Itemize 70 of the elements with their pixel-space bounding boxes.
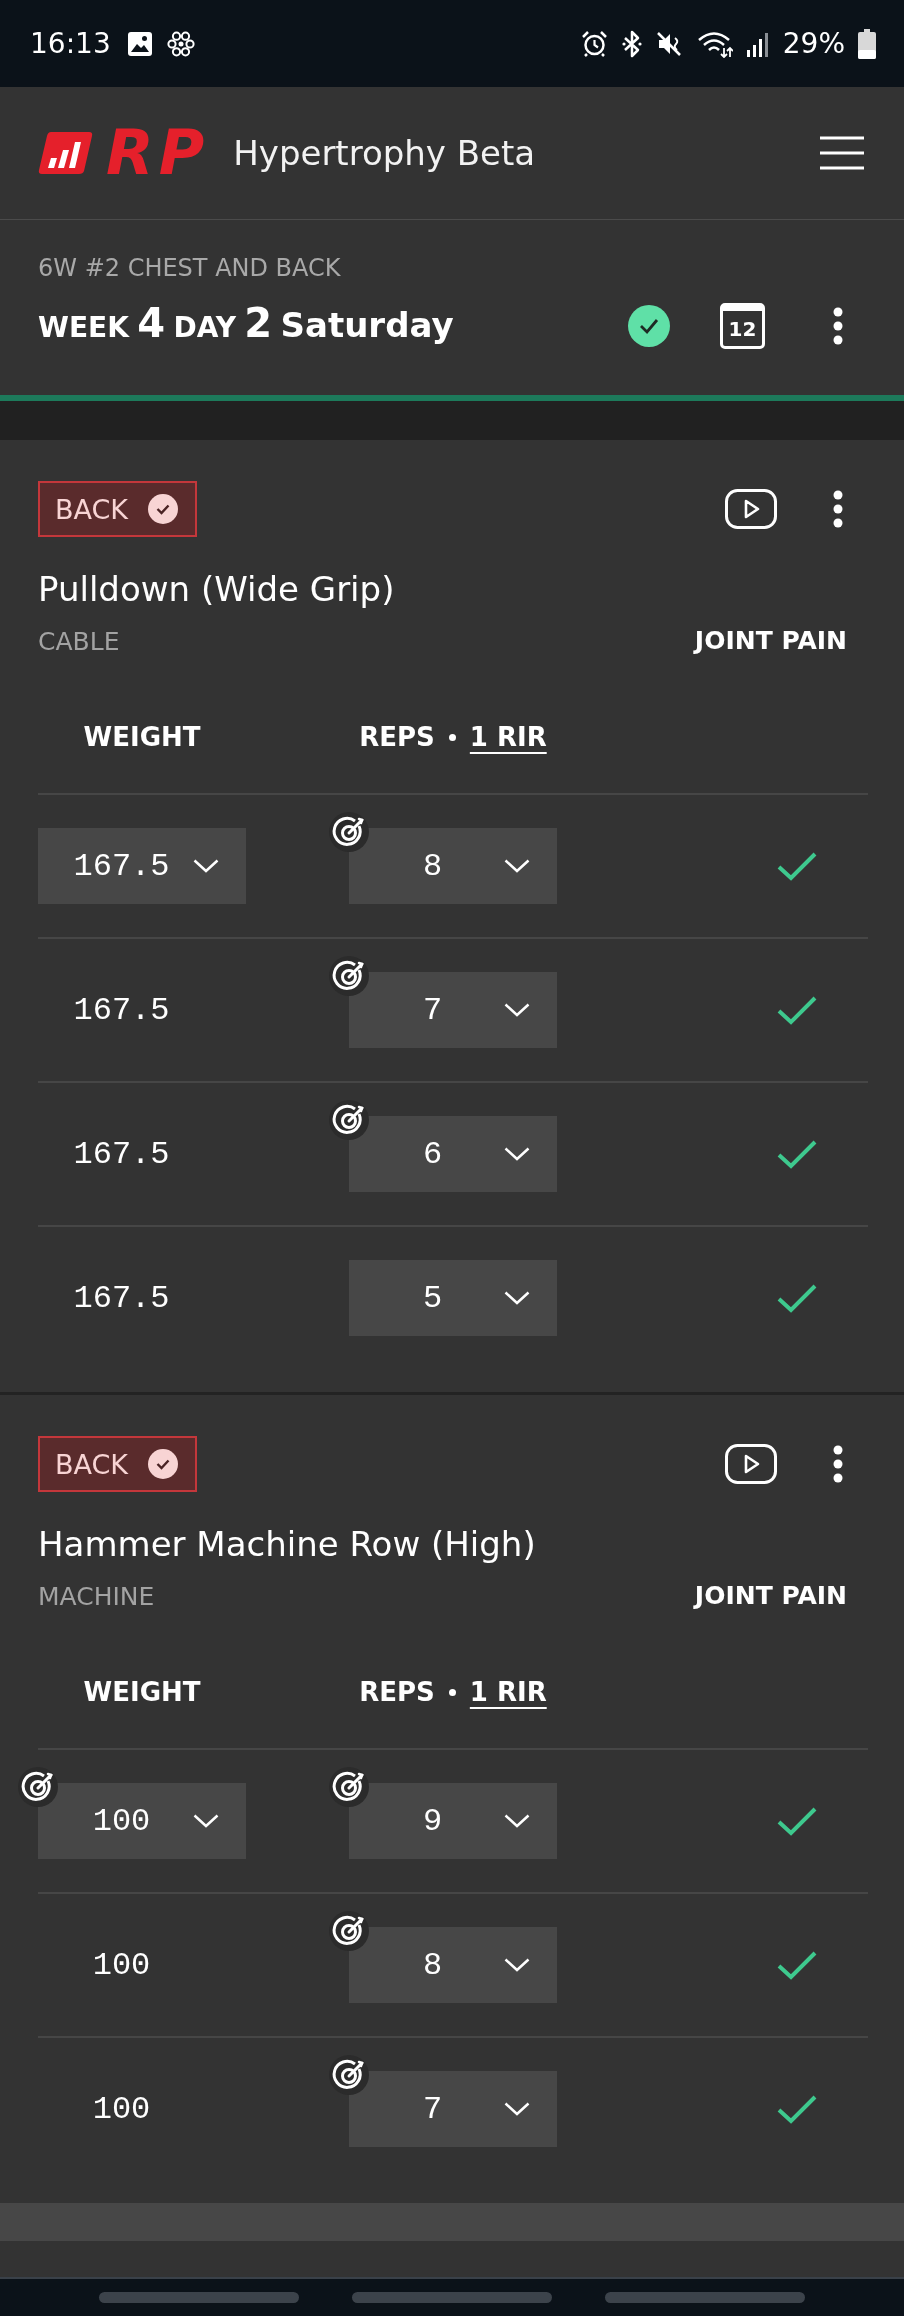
logo-icon [38, 130, 94, 176]
weight-value: 167.5 [73, 991, 170, 1029]
rir-link[interactable]: 1 RIR [469, 1674, 547, 1710]
chevron-down-icon [504, 859, 530, 873]
weight-dropdown[interactable]: 167.5 [38, 828, 246, 904]
program-name: 6W #2 CHEST AND BACK [38, 254, 342, 282]
column-header: REPS [359, 1676, 435, 1709]
weight-value: 167.5 [73, 1135, 170, 1173]
logo-text: RP [106, 122, 210, 184]
bluetooth-icon [620, 29, 643, 58]
checkmark-icon[interactable] [777, 1139, 817, 1169]
exercise-name: Pulldown (Wide Grip) [38, 568, 396, 611]
signal-icon [745, 30, 770, 57]
checkmark-icon[interactable] [777, 1806, 817, 1836]
more-options-icon[interactable] [833, 307, 843, 345]
workout-title: WEEK 4 DAY 2 Saturday [38, 299, 455, 348]
muscle-group-label: BACK [55, 1450, 129, 1478]
weight-dropdown[interactable]: 100 [38, 1783, 246, 1859]
video-play-icon[interactable] [725, 1444, 777, 1484]
video-play-icon[interactable] [725, 489, 777, 529]
battery-icon [858, 28, 876, 59]
column-header: REPS [359, 721, 435, 754]
chevron-down-icon [504, 1958, 530, 1972]
bullet-icon [448, 1688, 456, 1696]
calendar-button[interactable]: 12 [720, 303, 765, 349]
reps-dropdown[interactable]: 8 [349, 1927, 557, 2003]
reps-dropdown[interactable]: 9 [349, 1783, 557, 1859]
checkmark-icon[interactable] [777, 851, 817, 881]
reps-dropdown[interactable]: 6 [349, 1116, 557, 1192]
chevron-down-icon [504, 1003, 530, 1017]
equipment-label: MACHINE [38, 1581, 155, 1611]
bullet-icon [448, 733, 456, 741]
rir-link[interactable]: 1 RIR [469, 719, 547, 755]
muscle-group-label: BACK [55, 495, 129, 523]
more-options-icon[interactable] [833, 490, 843, 528]
checkmark-icon[interactable] [777, 995, 817, 1025]
joint-pain-button[interactable]: JOINT PAIN [694, 625, 847, 657]
alarm-icon [580, 30, 608, 57]
reps-dropdown[interactable]: 8 [349, 828, 557, 904]
exercise-name: Hammer Machine Row (High) [38, 1523, 537, 1566]
chevron-down-icon [504, 1147, 530, 1161]
joint-pain-button[interactable]: JOINT PAIN [694, 1580, 847, 1612]
reps-dropdown[interactable]: 5 [349, 1260, 557, 1336]
app-title: Hypertrophy Beta [233, 133, 537, 173]
wifi-icon [696, 29, 733, 58]
battery-percent: 29% [782, 29, 845, 58]
nav-handle-icon [352, 2292, 552, 2303]
menu-icon[interactable] [820, 136, 864, 170]
chevron-down-icon [193, 859, 219, 873]
chevron-down-icon [193, 1814, 219, 1828]
image-icon [126, 30, 153, 57]
chevron-down-icon [504, 2102, 530, 2116]
weight-value: 100 [92, 1946, 151, 1984]
weight-value: 167.5 [73, 1279, 170, 1317]
reps-dropdown[interactable]: 7 [349, 2071, 557, 2147]
column-header: WEIGHT [83, 1676, 201, 1709]
checkmark-icon[interactable] [777, 2094, 817, 2124]
checkmark-icon[interactable] [777, 1950, 817, 1980]
equipment-label: CABLE [38, 626, 120, 656]
status-time: 16:13 [30, 29, 111, 58]
weight-value: 100 [92, 2090, 151, 2128]
chevron-down-icon [504, 1291, 530, 1305]
nav-handle-icon [99, 2292, 299, 2303]
more-options-icon[interactable] [833, 1445, 843, 1483]
column-header: WEIGHT [83, 721, 201, 754]
nav-handle-icon [605, 2292, 805, 2303]
flower-icon [165, 29, 196, 58]
reps-dropdown[interactable]: 7 [349, 972, 557, 1048]
checkmark-icon[interactable] [777, 1283, 817, 1313]
chevron-down-icon [504, 1814, 530, 1828]
